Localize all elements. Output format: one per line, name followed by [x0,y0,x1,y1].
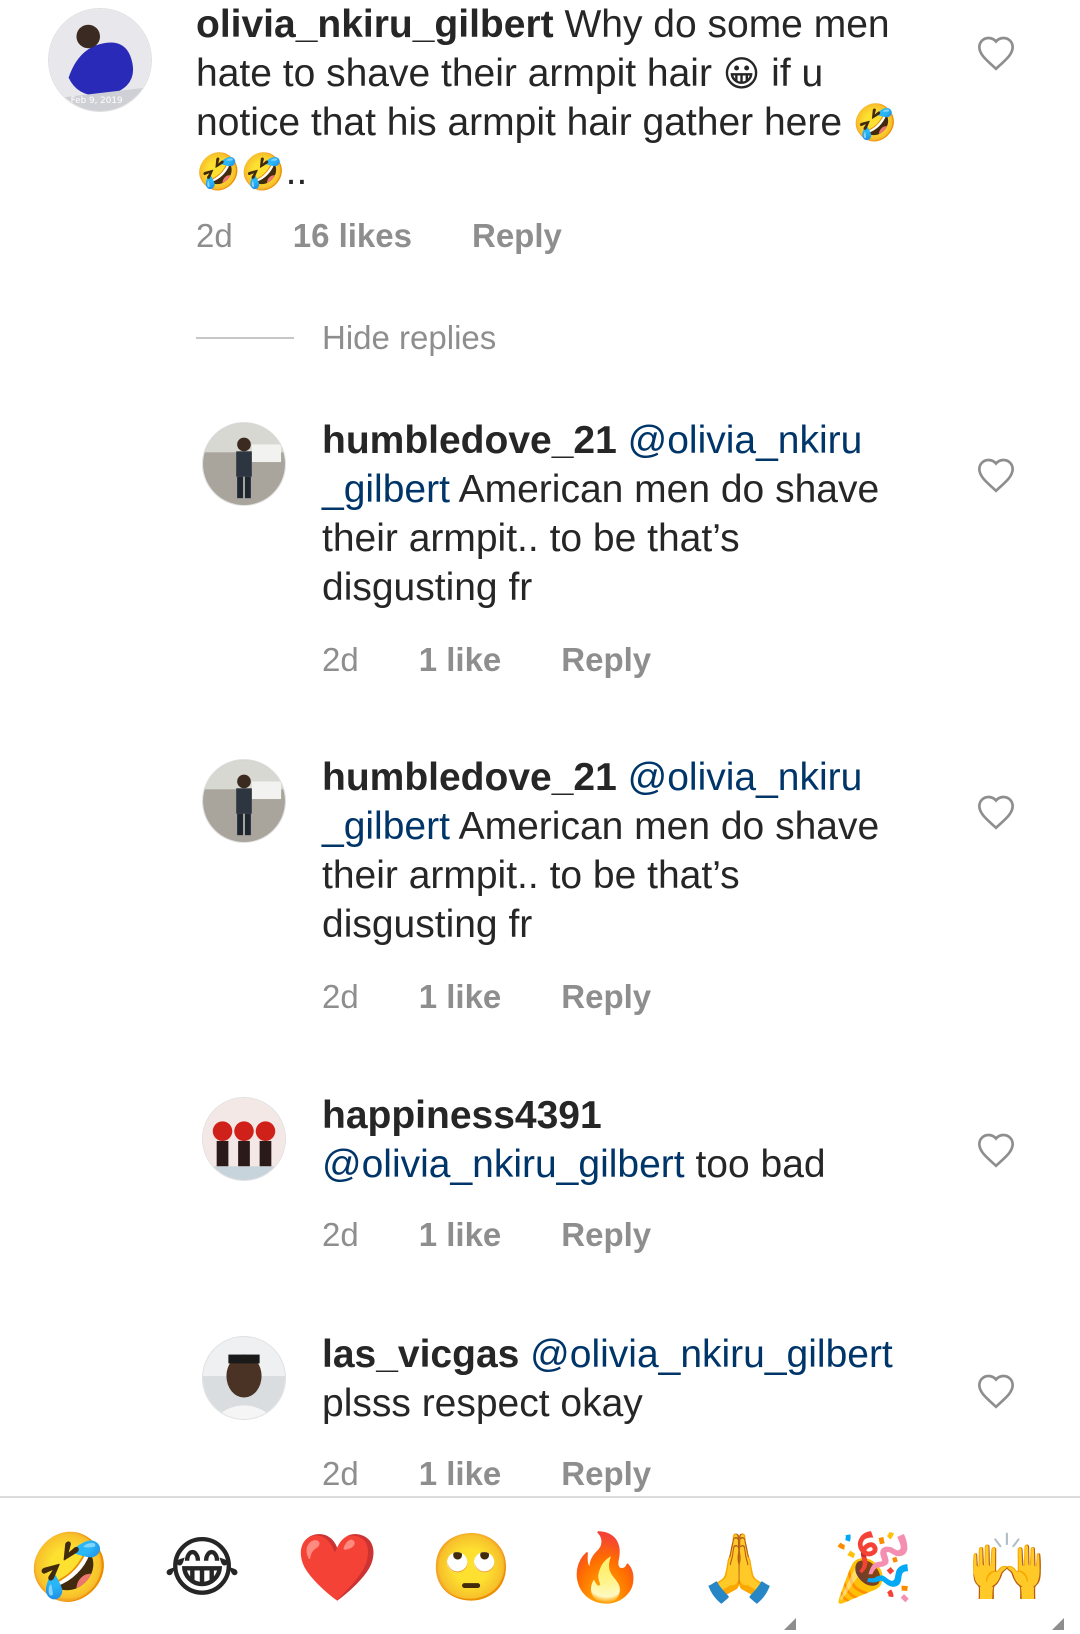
hide-replies-divider [196,337,294,339]
comment-time: 2d [322,641,359,678]
like-heart-icon[interactable] [976,1372,1016,1410]
comment-text-part1: too bad [695,1143,826,1186]
comment-username[interactable]: olivia_nkiru_gilbert [196,3,554,46]
comment-time: 2d [322,978,359,1015]
comment-likes[interactable]: 1 like [419,641,502,679]
comment-time: 2d [322,1455,359,1492]
party-emoji-button[interactable]: 🎉 [832,1528,914,1608]
comment-likes[interactable]: 1 like [419,1455,502,1493]
comment-body: olivia_nkiru_gilbert Why do some men hat… [196,0,916,196]
raised-hands-emoji-button[interactable]: 🙌 [966,1528,1048,1608]
comment-text-part1: plsss respect okay [322,1382,643,1425]
comment-text: olivia_nkiru_gilbert Why do some men hat… [196,0,916,196]
comment-meta: 2d 16 likes Reply [196,214,562,258]
avatar-happiness[interactable] [202,1097,286,1181]
hide-replies-label[interactable]: Hide replies [322,319,496,357]
comment-text: humbledove_21 @olivia_nkiru _gilbert Ame… [322,416,912,612]
joy-emoji-button[interactable]: 😂 [162,1528,242,1608]
avatar-image [203,760,285,842]
comment-time: 2d [322,1216,359,1253]
comment-username[interactable]: humbledove_21 [322,756,617,799]
comment-time: 2d [196,217,233,254]
avatar-image: Feb 9, 2019 [49,9,151,111]
fire-emoji-button[interactable]: 🔥 [564,1528,646,1608]
comment-likes[interactable]: 16 likes [293,217,412,255]
reply-button[interactable]: Reply [561,1216,651,1254]
emoji-variant-corner [784,1618,796,1630]
avatar-image [203,423,285,505]
hide-replies-toggle[interactable]: Hide replies [196,316,496,360]
comment-text: las_vicgas @olivia_nkiru_gilbert plsss r… [322,1330,922,1428]
eye-roll-emoji-button[interactable]: 🙄 [430,1528,512,1608]
avatar-image [203,1098,285,1180]
grinning-emoji: 😀 [722,53,761,94]
comment-likes[interactable]: 1 like [419,1216,502,1254]
comment-username[interactable]: humbledove_21 [322,419,617,462]
reply-button[interactable]: Reply [561,978,651,1016]
comment-mention[interactable]: @olivia_nkiru_gilbert [322,1143,685,1186]
comment-text-part3: .. [285,150,308,193]
heart-emoji-button[interactable]: ❤️ [296,1528,378,1608]
like-heart-icon[interactable] [976,34,1016,72]
comment-body: happiness4391 @olivia_nkiru_gilbert too … [322,1091,922,1189]
comment-meta: 2d 1 like Reply [322,638,651,682]
comment-body: humbledove_21 @olivia_nkiru _gilbert Ame… [322,416,912,612]
reply-button[interactable]: Reply [472,217,562,255]
comment-text: humbledove_21 @olivia_nkiru _gilbert Ame… [322,753,912,949]
reply-button[interactable]: Reply [561,1455,651,1493]
pray-emoji-button[interactable]: 🙏 [698,1528,780,1608]
avatar-humbledove[interactable] [202,422,286,506]
reply-button[interactable]: Reply [561,641,651,679]
comment-text: happiness4391 @olivia_nkiru_gilbert too … [322,1091,922,1189]
comment-body: las_vicgas @olivia_nkiru_gilbert plsss r… [322,1330,922,1428]
avatar-olivia[interactable]: Feb 9, 2019 [48,8,152,112]
like-heart-icon[interactable] [976,456,1016,494]
emoji-reaction-bar: 🤣 😂 ❤️ 🙄 🔥 🙏 🎉 🙌 [0,1496,1080,1634]
comment-meta: 2d 1 like Reply [322,1213,651,1257]
avatar-las-vicgas[interactable] [202,1336,286,1420]
rofl-emoji-button[interactable]: 🤣 [28,1528,110,1608]
comment-username[interactable]: happiness4391 [322,1094,602,1137]
like-heart-icon[interactable] [976,793,1016,831]
comment-meta: 2d 1 like Reply [322,1452,651,1496]
comment-body: humbledove_21 @olivia_nkiru _gilbert Ame… [322,753,912,949]
emoji-variant-corner [1052,1618,1064,1630]
like-heart-icon[interactable] [976,1131,1016,1169]
comment-meta: 2d 1 like Reply [322,975,651,1019]
comment-mention[interactable]: @olivia_nkiru_gilbert [530,1333,893,1376]
avatar-humbledove[interactable] [202,759,286,843]
comment-username[interactable]: las_vicgas [322,1333,519,1376]
comment-likes[interactable]: 1 like [419,978,502,1016]
avatar-caption: Feb 9, 2019 [71,96,123,106]
avatar-image [203,1337,285,1419]
